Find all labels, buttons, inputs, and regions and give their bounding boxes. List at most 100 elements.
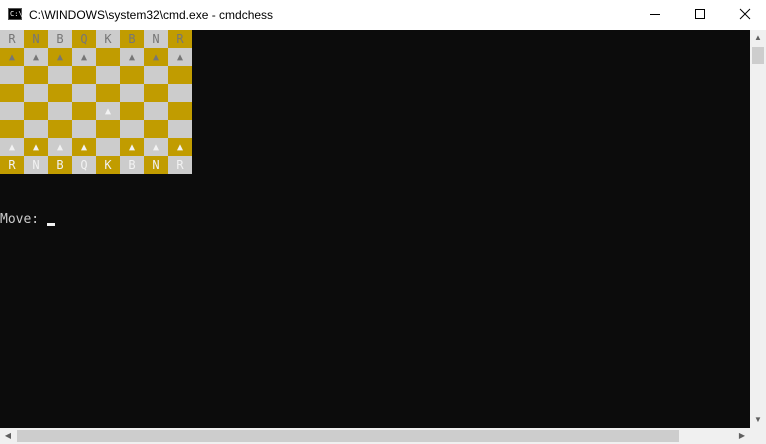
board-square — [24, 66, 48, 84]
board-square — [0, 66, 24, 84]
pawn-icon: ▲ — [152, 141, 160, 153]
board-square — [168, 66, 192, 84]
board-square: N — [24, 30, 48, 48]
pawn-icon: ▲ — [80, 51, 88, 63]
pawn-icon: ▲ — [128, 141, 136, 153]
pawn-icon: ▲ — [176, 51, 184, 63]
board-square: ▲ — [144, 48, 168, 66]
chess-piece: N — [32, 32, 40, 46]
chess-piece: B — [56, 32, 64, 46]
close-icon — [739, 8, 751, 20]
pawn-icon: ▲ — [32, 141, 40, 153]
close-button[interactable] — [722, 0, 766, 30]
minimize-icon — [650, 14, 660, 15]
chess-piece: K — [104, 32, 112, 46]
chess-piece: B — [56, 158, 64, 172]
chess-piece: N — [32, 158, 40, 172]
pawn-icon: ▲ — [56, 51, 64, 63]
board-square: Q — [72, 156, 96, 174]
board-rank — [0, 84, 192, 102]
board-square: B — [120, 30, 144, 48]
scrollbar-corner — [750, 428, 766, 444]
board-square: ▲ — [24, 138, 48, 156]
board-square: ▲ — [48, 48, 72, 66]
move-prompt: Move: — [0, 212, 47, 227]
board-square: B — [120, 156, 144, 174]
console-area[interactable]: R N B Q K B N R ▲ ▲ ▲ ▲ ▲ ▲ ▲ ▲ ▲ ▲ ▲ ▲ ▲ ▲ ▲ R N B Q K B N R Move: — [0, 30, 750, 428]
board-square: ▲ — [96, 102, 120, 120]
board-square — [24, 102, 48, 120]
board-square — [48, 120, 72, 138]
pawn-icon: ▲ — [176, 141, 184, 153]
scroll-left-icon[interactable]: ◀ — [0, 428, 16, 444]
board-square — [72, 66, 96, 84]
board-rank: ▲ — [0, 102, 192, 120]
board-square: ▲ — [168, 48, 192, 66]
scroll-right-icon[interactable]: ▶ — [734, 428, 750, 444]
maximize-icon — [695, 9, 705, 19]
pawn-icon: ▲ — [152, 51, 160, 63]
scroll-down-icon[interactable]: ▼ — [750, 412, 766, 428]
chess-piece: B — [128, 158, 136, 172]
board-square: K — [96, 30, 120, 48]
board-square — [0, 120, 24, 138]
chess-piece: N — [152, 158, 160, 172]
chess-piece: R — [176, 158, 184, 172]
pawn-icon: ▲ — [104, 105, 112, 117]
board-square: R — [0, 30, 24, 48]
board-square — [72, 120, 96, 138]
board-square: ▲ — [72, 48, 96, 66]
board-square: N — [144, 156, 168, 174]
console-icon[interactable]: C:\ — [8, 8, 23, 20]
pawn-icon: ▲ — [56, 141, 64, 153]
board-square: R — [168, 30, 192, 48]
board-square — [144, 84, 168, 102]
board-square: ▲ — [0, 138, 24, 156]
chess-board: R N B Q K B N R ▲ ▲ ▲ ▲ ▲ ▲ ▲ ▲ ▲ ▲ ▲ ▲ ▲ ▲ ▲ R N B Q K B N R — [0, 30, 192, 174]
board-square — [168, 120, 192, 138]
board-square: ▲ — [72, 138, 96, 156]
board-square — [144, 66, 168, 84]
board-square: N — [144, 30, 168, 48]
board-square — [96, 120, 120, 138]
title-bar[interactable]: C:\ C:\WINDOWS\system32\cmd.exe - cmdche… — [0, 0, 766, 30]
maximize-button[interactable] — [677, 0, 723, 30]
board-square — [168, 102, 192, 120]
scroll-up-icon[interactable]: ▲ — [750, 30, 766, 46]
board-square — [96, 138, 120, 156]
board-square: ▲ — [120, 138, 144, 156]
pawn-icon: ▲ — [80, 141, 88, 153]
pawn-icon: ▲ — [8, 141, 16, 153]
board-square — [72, 102, 96, 120]
board-square — [144, 120, 168, 138]
board-square: Q — [72, 30, 96, 48]
board-square: R — [0, 156, 24, 174]
pawn-icon: ▲ — [128, 51, 136, 63]
board-square — [120, 66, 144, 84]
board-rank: ▲ ▲ ▲ ▲ ▲ ▲ ▲ — [0, 48, 192, 66]
board-square — [72, 84, 96, 102]
board-rank: RNBQKBNR — [0, 30, 192, 48]
board-square: ▲ — [168, 138, 192, 156]
chess-piece: B — [128, 32, 136, 46]
vertical-scroll-thumb[interactable] — [752, 47, 764, 64]
board-square — [120, 102, 144, 120]
board-square: B — [48, 30, 72, 48]
board-rank: RNBQKBNR — [0, 156, 192, 174]
horizontal-scroll-thumb[interactable] — [17, 430, 679, 442]
vertical-scrollbar[interactable]: ▲ ▼ — [750, 30, 766, 428]
window-title: C:\WINDOWS\system32\cmd.exe - cmdchess — [29, 8, 274, 22]
board-square: ▲ — [0, 48, 24, 66]
board-square: B — [48, 156, 72, 174]
horizontal-scrollbar[interactable]: ◀ ▶ — [0, 428, 750, 444]
minimize-button[interactable] — [632, 0, 678, 30]
board-square: ▲ — [48, 138, 72, 156]
chess-piece: N — [152, 32, 160, 46]
board-square: ▲ — [24, 48, 48, 66]
board-square — [24, 84, 48, 102]
board-square — [96, 48, 120, 66]
board-rank — [0, 120, 192, 138]
board-square — [48, 102, 72, 120]
board-square — [120, 84, 144, 102]
board-square — [96, 84, 120, 102]
